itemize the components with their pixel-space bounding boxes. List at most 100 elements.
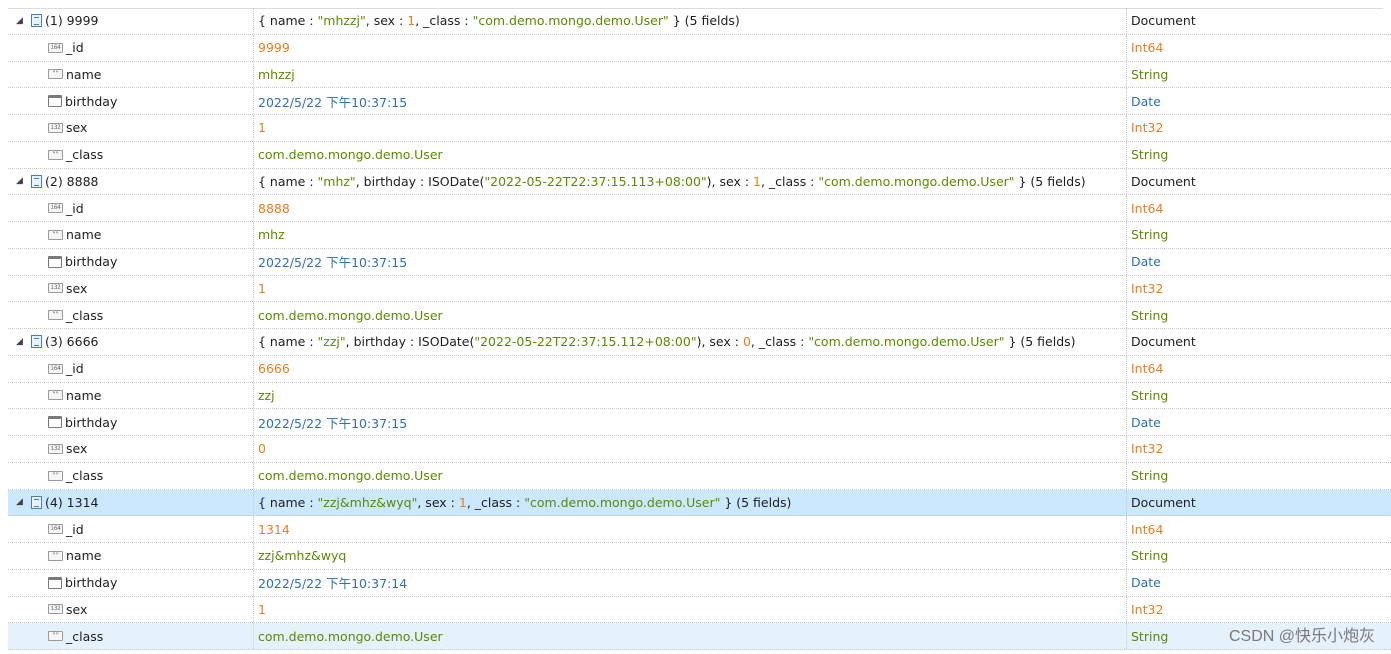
type-cell: String: [1127, 463, 1391, 489]
type-cell: Date: [1127, 409, 1391, 435]
type-cell: Int64: [1127, 35, 1391, 61]
value-cell: 6666: [254, 355, 1127, 382]
field-row[interactable]: "" _class com.demo.mongo.demo.User String: [8, 623, 1391, 650]
value-cell: com.demo.mongo.demo.User: [254, 302, 1127, 328]
string-icon: "": [48, 229, 63, 240]
field-row[interactable]: "" name zzj String: [8, 382, 1391, 410]
value-cell: mhz: [254, 222, 1127, 248]
type-label: String: [1131, 468, 1169, 484]
value-segment: "2022-05-22T22:37:15.112+08:00": [474, 334, 697, 350]
value-cell: 1314: [254, 516, 1127, 542]
string-icon: "": [48, 69, 63, 80]
key-cell: "" name: [8, 61, 254, 88]
key-cell: i64 _id: [8, 355, 254, 382]
type-label: Int64: [1131, 40, 1164, 56]
expand-arrow-icon[interactable]: ◢: [16, 337, 26, 347]
field-row[interactable]: "" _class com.demo.mongo.demo.User String: [8, 141, 1391, 169]
type-cell: Document: [1127, 8, 1391, 34]
document-icon: [31, 495, 42, 509]
field-row[interactable]: birthday 2022/5/22 下午10:37:15 Date: [8, 409, 1391, 436]
type-label: Int32: [1131, 601, 1164, 617]
string-icon: "": [48, 550, 63, 561]
type-cell: String: [1127, 62, 1391, 88]
date-icon: [48, 95, 62, 108]
value-segment: zzj&mhz&wyq: [258, 548, 347, 564]
type-cell: String: [1127, 222, 1391, 248]
key-label: _class: [66, 147, 104, 163]
value-segment: , _class :: [750, 334, 809, 350]
value-cell: 2022/5/22 下午10:37:15: [254, 248, 1127, 275]
type-cell: Int64: [1127, 356, 1391, 382]
key-label: sex: [66, 601, 88, 617]
key-cell: ◢ (1) 9999: [8, 8, 254, 34]
value-segment: ), sex :: [696, 334, 743, 350]
key-cell: i32 sex: [8, 275, 254, 302]
key-cell: ◢ (3) 6666: [8, 329, 254, 355]
field-row[interactable]: i32 sex 1 Int32: [8, 596, 1391, 624]
field-row[interactable]: "" name zzj&mhz&wyq String: [8, 543, 1391, 570]
value-segment: , _class :: [760, 173, 819, 189]
type-cell: Int32: [1127, 597, 1391, 623]
type-label: String: [1131, 307, 1169, 323]
field-row[interactable]: birthday 2022/5/22 下午10:37:14 Date: [8, 569, 1391, 597]
document-row[interactable]: ◢ (4) 1314 { name : "zzj&mhz&wyq", sex : 1…: [8, 489, 1391, 517]
field-row[interactable]: birthday 2022/5/22 下午10:37:15 Date: [8, 88, 1391, 115]
value-cell: 2022/5/22 下午10:37:15: [254, 88, 1127, 114]
key-cell: "" _class: [8, 141, 254, 168]
value-segment: , sex :: [417, 494, 459, 510]
value-segment: 2022/5/22 下午10:37:15: [258, 94, 408, 110]
key-label: _id: [66, 521, 84, 537]
document-row[interactable]: ◢ (1) 9999 { name : "mhzzj", sex : 1, _cla…: [8, 8, 1391, 35]
type-cell: Int64: [1127, 195, 1391, 221]
field-row[interactable]: i32 sex 0 Int32: [8, 436, 1391, 463]
key-cell: birthday: [8, 409, 254, 435]
field-row[interactable]: birthday 2022/5/22 下午10:37:15 Date: [8, 248, 1391, 276]
value-segment: "com.demo.mongo.demo.User": [818, 173, 1015, 189]
document-icon: [31, 14, 42, 28]
value-cell: 1: [254, 275, 1127, 302]
value-cell: zzj&mhz&wyq: [254, 543, 1127, 569]
field-row[interactable]: i64 _id 1314 Int64: [8, 516, 1391, 543]
document-icon: [31, 335, 42, 349]
field-row[interactable]: "" name mhz String: [8, 222, 1391, 249]
type-label: Date: [1131, 575, 1161, 591]
key-cell: "" name: [8, 543, 254, 569]
expand-arrow-icon[interactable]: ◢: [16, 16, 26, 26]
tree-rows: ◢ (1) 9999{ name : "mhzzj", sex : 1, _cla…: [8, 8, 1391, 650]
key-label: sex: [66, 120, 88, 136]
type-label: String: [1131, 387, 1169, 403]
field-row[interactable]: i64 _id 8888 Int64: [8, 195, 1391, 222]
type-cell: String: [1127, 543, 1391, 569]
document-row[interactable]: ◢ (3) 6666 { name : "zzj", birthday : ISOD…: [8, 329, 1391, 356]
value-segment: "mhzzj": [317, 13, 366, 29]
value-segment: "mhz": [317, 173, 356, 189]
value-segment: "com.demo.mongo.demo.User": [524, 494, 721, 510]
value-segment: } (5 fields): [1004, 334, 1076, 350]
type-label: String: [1131, 147, 1169, 163]
key-label: name: [66, 387, 102, 403]
type-label: Date: [1131, 254, 1161, 270]
key-cell: "" name: [8, 382, 254, 409]
type-cell: String: [1127, 142, 1391, 168]
value-cell: zzj: [254, 382, 1127, 409]
key-cell: i64 _id: [8, 195, 254, 221]
type-label: Int64: [1131, 361, 1164, 377]
field-row[interactable]: i32 sex 1 Int32: [8, 275, 1391, 303]
value-segment: , birthday : ISODate(: [345, 334, 475, 350]
type-cell: Document: [1127, 169, 1391, 195]
field-row[interactable]: "" name mhzzj String: [8, 61, 1391, 89]
expand-arrow-icon[interactable]: ◢: [16, 497, 26, 507]
key-label: (3) 6666: [45, 334, 99, 350]
value-segment: 2022/5/22 下午10:37:15: [258, 255, 408, 271]
key-label: name: [66, 66, 102, 82]
field-row[interactable]: "" _class com.demo.mongo.demo.User String: [8, 462, 1391, 490]
field-row[interactable]: "" _class com.demo.mongo.demo.User String: [8, 302, 1391, 329]
key-label: birthday: [65, 575, 118, 591]
field-row[interactable]: i32 sex 1 Int32: [8, 115, 1391, 142]
value-segment: 1: [753, 173, 761, 189]
expand-arrow-icon[interactable]: ◢: [16, 176, 26, 186]
int32-icon: i32: [48, 443, 63, 454]
field-row[interactable]: i64 _id 9999 Int64: [8, 34, 1391, 62]
document-row[interactable]: ◢ (2) 8888 { name : "mhz", birthday : ISOD…: [8, 168, 1391, 196]
field-row[interactable]: i64 _id 6666 Int64: [8, 355, 1391, 383]
